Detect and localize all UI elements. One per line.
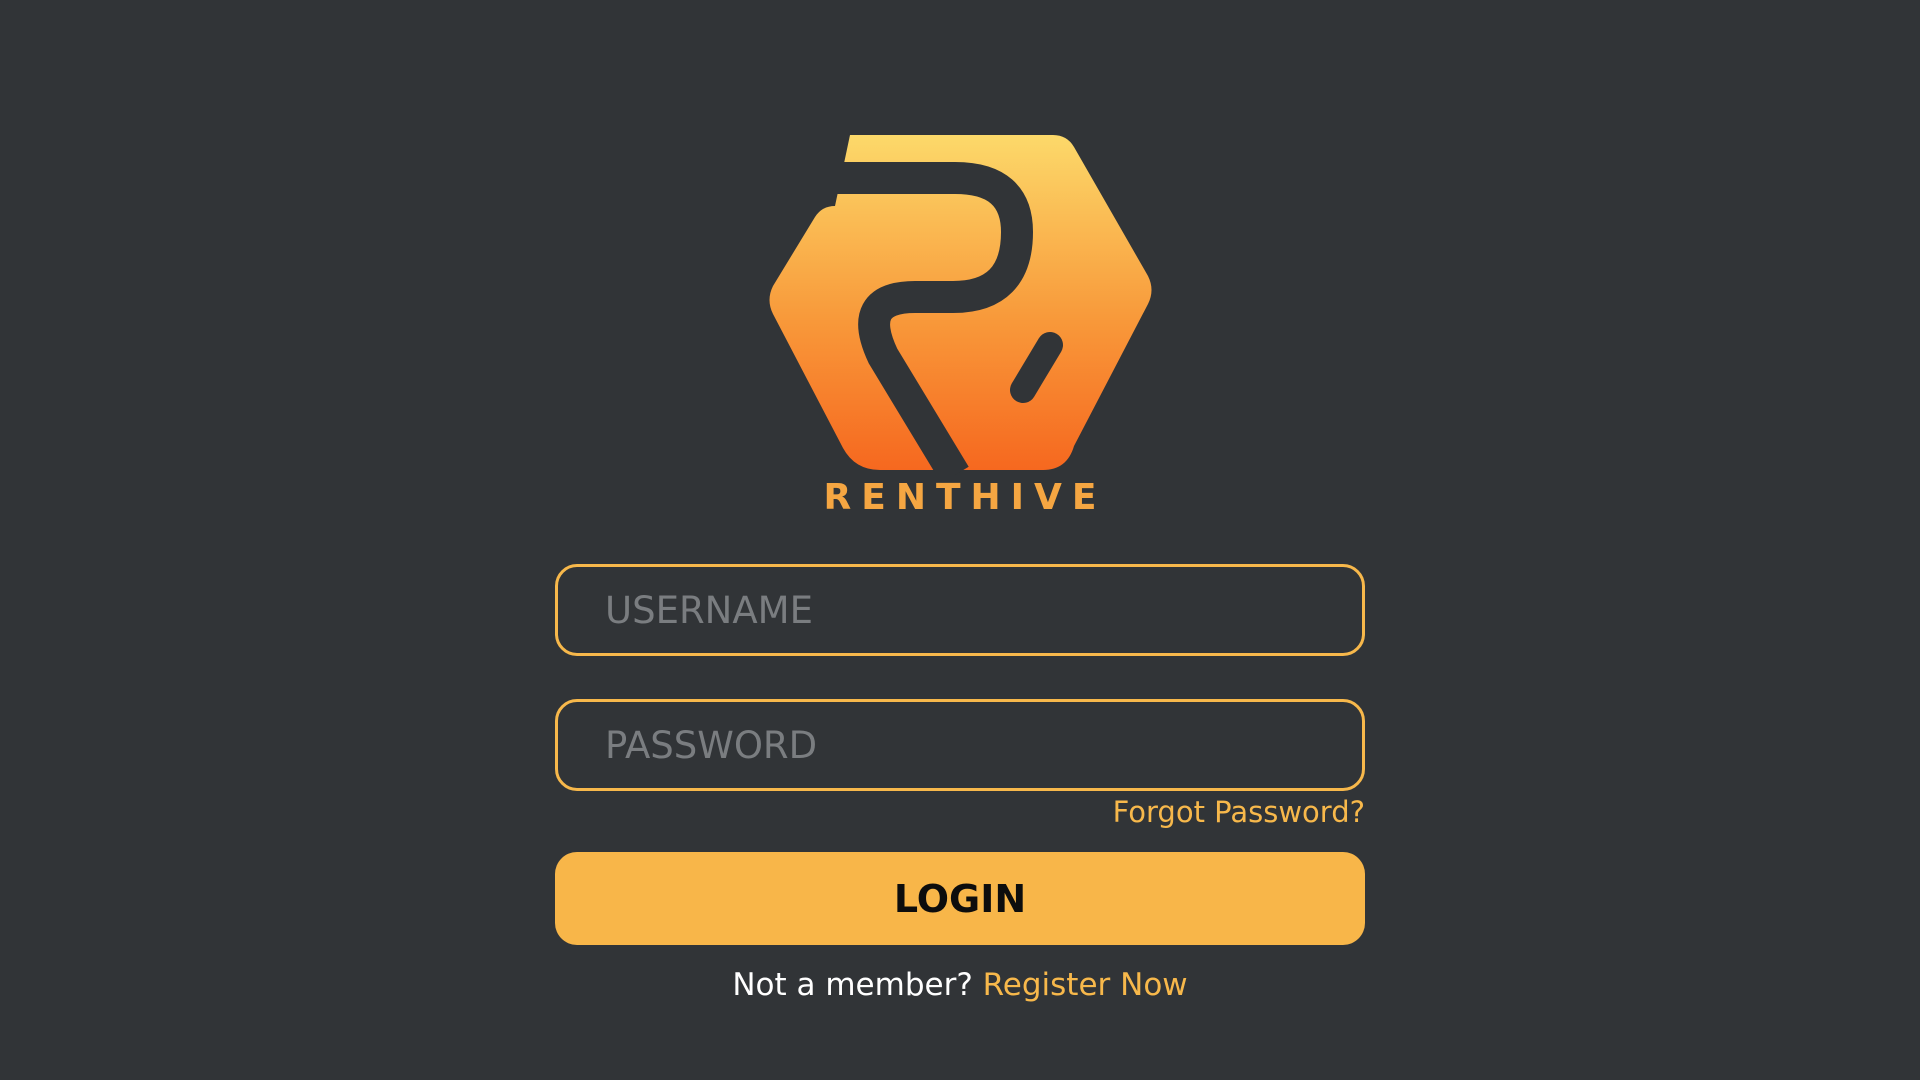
- password-field[interactable]: [555, 699, 1365, 791]
- forgot-password-link[interactable]: Forgot Password?: [1000, 795, 1365, 829]
- username-field[interactable]: [555, 564, 1365, 656]
- username-input[interactable]: [558, 567, 1362, 653]
- register-prompt-line: Not a member? Register Now: [555, 967, 1365, 1003]
- register-prompt-text: Not a member?: [732, 967, 973, 1003]
- login-page: RENTHIVE Forgot Password? LOGIN Not a me…: [0, 0, 1920, 1080]
- password-input[interactable]: [558, 702, 1362, 788]
- login-button[interactable]: LOGIN: [555, 852, 1365, 945]
- register-now-link[interactable]: Register Now: [983, 967, 1188, 1003]
- brand-name: RENTHIVE: [823, 477, 1107, 518]
- renthive-logo-icon: [765, 130, 1155, 475]
